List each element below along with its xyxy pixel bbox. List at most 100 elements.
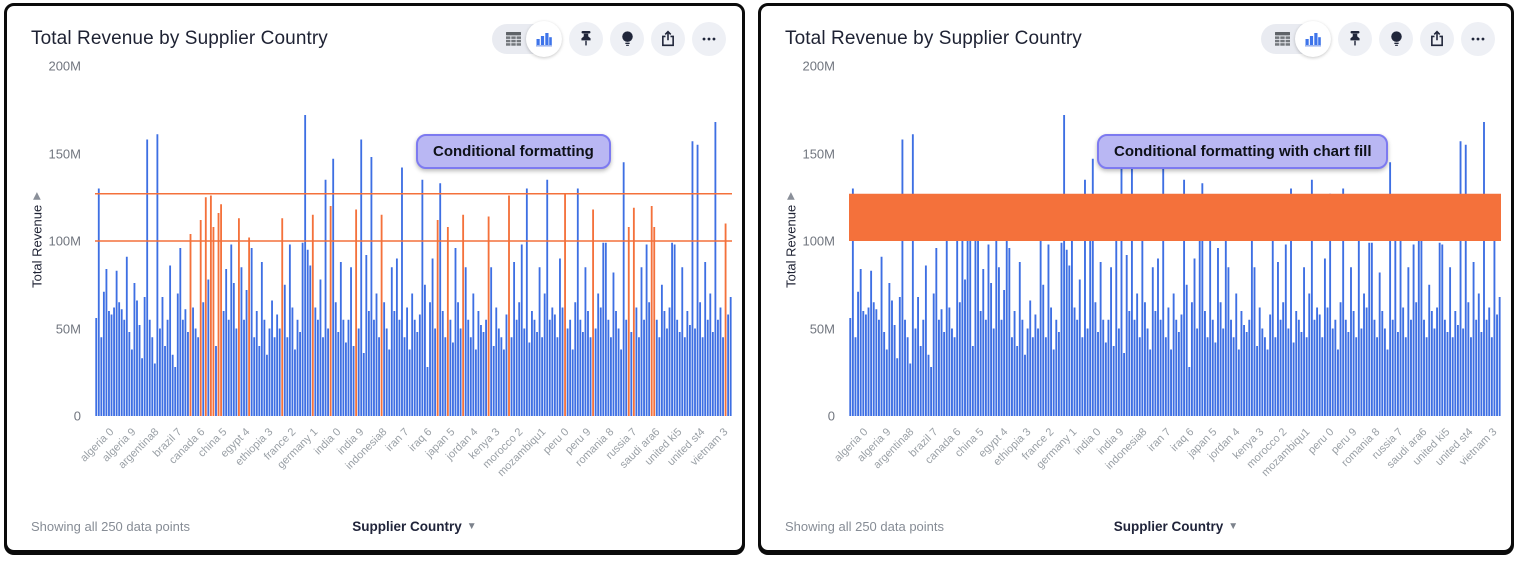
insights-bulb-button[interactable] <box>1379 22 1413 56</box>
bar[interactable] <box>1071 215 1073 416</box>
share-export-button[interactable] <box>651 22 685 56</box>
bar[interactable] <box>447 227 449 416</box>
bar[interactable] <box>1447 332 1449 416</box>
bar[interactable] <box>1134 320 1136 416</box>
bar[interactable] <box>508 196 510 417</box>
bar[interactable] <box>980 311 982 416</box>
bar[interactable] <box>1267 350 1269 417</box>
bar[interactable] <box>546 180 548 416</box>
bar[interactable] <box>641 267 643 416</box>
bar[interactable] <box>106 269 108 416</box>
bar[interactable] <box>1350 267 1352 416</box>
bar[interactable] <box>664 311 666 416</box>
bar[interactable] <box>1008 248 1010 416</box>
bar[interactable] <box>1016 346 1018 416</box>
bar[interactable] <box>1220 302 1222 416</box>
bar[interactable] <box>946 234 948 416</box>
bar[interactable] <box>139 325 141 416</box>
bar[interactable] <box>159 329 161 417</box>
bar[interactable] <box>972 346 974 416</box>
bar[interactable] <box>943 332 945 416</box>
bar[interactable] <box>1420 227 1422 416</box>
bar[interactable] <box>281 218 283 416</box>
bar[interactable] <box>595 329 597 417</box>
bar[interactable] <box>485 320 487 416</box>
bar[interactable] <box>549 320 551 416</box>
bar[interactable] <box>1470 337 1472 416</box>
bar[interactable] <box>925 266 927 417</box>
bar[interactable] <box>1360 329 1362 417</box>
bar[interactable] <box>638 337 640 416</box>
bar[interactable] <box>912 134 914 416</box>
bar[interactable] <box>888 283 890 416</box>
bar[interactable] <box>1128 311 1130 416</box>
bar[interactable] <box>1319 315 1321 417</box>
bar[interactable] <box>1316 308 1318 417</box>
bar[interactable] <box>907 337 909 416</box>
bar[interactable] <box>516 320 518 416</box>
bar[interactable] <box>470 337 472 416</box>
bar[interactable] <box>1113 346 1115 416</box>
table-view-toggle-icon[interactable] <box>1269 31 1295 46</box>
bar[interactable] <box>1384 329 1386 417</box>
bar[interactable] <box>1488 308 1490 417</box>
bar[interactable] <box>917 297 919 416</box>
bar[interactable] <box>933 294 935 417</box>
bar[interactable] <box>651 206 653 416</box>
bar[interactable] <box>1473 262 1475 416</box>
bar[interactable] <box>1368 243 1370 416</box>
bar[interactable] <box>213 227 215 416</box>
bar[interactable] <box>531 311 533 416</box>
bar[interactable] <box>1066 250 1068 416</box>
bar[interactable] <box>251 248 253 416</box>
bar[interactable] <box>1032 337 1034 416</box>
bar[interactable] <box>1397 332 1399 416</box>
bar[interactable] <box>309 266 311 417</box>
bar[interactable] <box>1334 320 1336 416</box>
bar[interactable] <box>457 302 459 416</box>
bar[interactable] <box>1063 115 1065 416</box>
bar[interactable] <box>1371 243 1373 416</box>
bar[interactable] <box>386 329 388 417</box>
bar[interactable] <box>1139 337 1141 416</box>
bar[interactable] <box>1149 350 1151 417</box>
bar[interactable] <box>915 329 917 417</box>
more-options-button[interactable] <box>692 22 726 56</box>
bar[interactable] <box>630 332 632 416</box>
bar[interactable] <box>1426 337 1428 416</box>
bar[interactable] <box>1415 302 1417 416</box>
bar[interactable] <box>1478 294 1480 417</box>
bar[interactable] <box>1105 343 1107 417</box>
bar[interactable] <box>1298 320 1300 416</box>
bar[interactable] <box>286 337 288 416</box>
bar[interactable] <box>1006 238 1008 417</box>
pin-button[interactable] <box>1338 22 1372 56</box>
bar[interactable] <box>134 283 136 416</box>
bar[interactable] <box>1394 227 1396 416</box>
bar[interactable] <box>358 329 360 417</box>
bar[interactable] <box>230 245 232 417</box>
bar[interactable] <box>1076 320 1078 416</box>
bar[interactable] <box>223 311 225 416</box>
bar[interactable] <box>1173 294 1175 417</box>
bar[interactable] <box>699 302 701 416</box>
bar[interactable] <box>111 315 113 417</box>
bar[interactable] <box>144 297 146 416</box>
bar[interactable] <box>409 350 411 417</box>
bar[interactable] <box>574 302 576 416</box>
bar[interactable] <box>896 358 898 416</box>
bar[interactable] <box>1381 311 1383 416</box>
bar[interactable] <box>442 311 444 416</box>
bar[interactable] <box>483 332 485 416</box>
bar[interactable] <box>686 311 688 416</box>
bar[interactable] <box>131 350 133 417</box>
bar[interactable] <box>1405 337 1407 416</box>
bar[interactable] <box>862 311 864 416</box>
bar[interactable] <box>235 329 237 417</box>
bar[interactable] <box>1100 262 1102 416</box>
bar[interactable] <box>1462 329 1464 417</box>
bar[interactable] <box>1001 320 1003 416</box>
bar[interactable] <box>488 217 490 417</box>
bar[interactable] <box>1363 294 1365 417</box>
bar[interactable] <box>1074 308 1076 417</box>
